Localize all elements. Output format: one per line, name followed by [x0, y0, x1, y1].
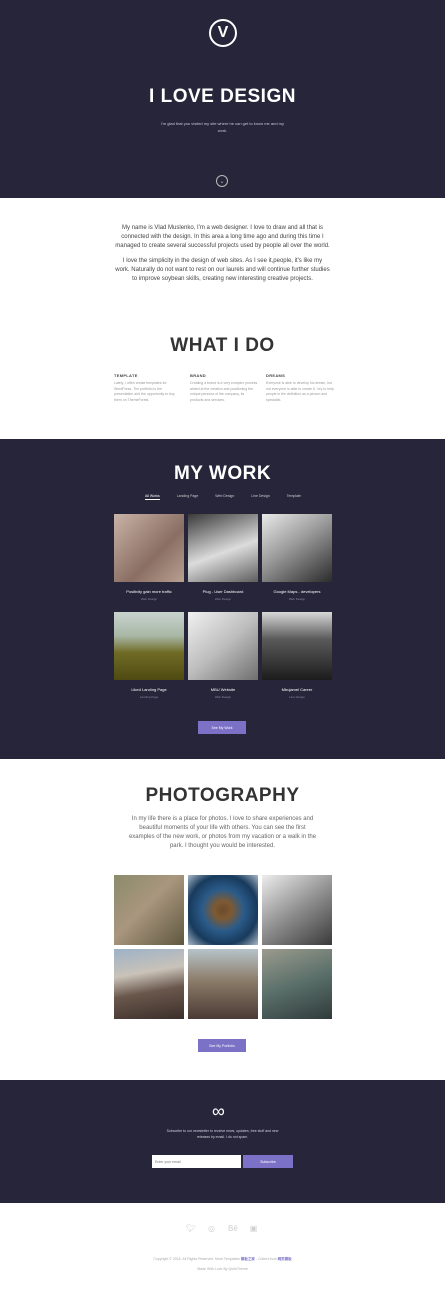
hero-title: I LOVE DESIGN: [149, 86, 296, 107]
work-filters: All Works Landing Page Web Design Line D…: [145, 494, 301, 500]
service-text: Everyone is able to develop his dream, b…: [266, 381, 334, 402]
service-title: DREAMS: [266, 373, 286, 378]
work-image[interactable]: [262, 514, 332, 582]
brand-link-2[interactable]: 网页模板: [278, 1257, 292, 1261]
work-image[interactable]: [188, 612, 258, 680]
filter-line-design[interactable]: Line Design: [251, 494, 269, 500]
logo[interactable]: V: [209, 19, 237, 47]
photo-tile[interactable]: [262, 949, 332, 1019]
work-card[interactable]: Mbujamel Career Line Design: [262, 612, 332, 699]
work-card[interactable]: Positivity gain more traffic Web Design: [114, 514, 184, 601]
work-card-category: Web Design: [288, 597, 306, 601]
work-card[interactable]: Plug - User Dashboard Web Design: [188, 514, 258, 601]
scroll-down-button[interactable]: ⌄: [216, 175, 228, 187]
work-section: MY WORK All Works Landing Page Web Desig…: [0, 439, 445, 759]
service-text: Lately, I often create templates for Wor…: [114, 381, 175, 402]
chevron-down-icon: ⌄: [219, 178, 225, 185]
photo-tile[interactable]: [188, 949, 258, 1019]
work-card[interactable]: Google Maps - developers Web Design: [262, 514, 332, 601]
behance-icon[interactable]: Bē: [228, 1224, 238, 1233]
instagram-icon[interactable]: ▣: [249, 1224, 258, 1233]
work-card-title: Liked Landing Page: [131, 687, 167, 692]
work-image[interactable]: [188, 514, 258, 582]
made-with-love: Made With Love By QuitoTheme: [197, 1267, 248, 1271]
photography-title: PHOTOGRAPHY: [145, 785, 300, 806]
services-list: TEMPLATE Lately, I often create template…: [114, 373, 334, 403]
photography-text: In my life there is a place for photos. …: [128, 816, 317, 849]
work-card-title: MBU Website: [210, 687, 236, 692]
photo-tile[interactable]: [114, 949, 184, 1019]
work-card-title: Mbujamel Career: [281, 687, 313, 692]
work-title: MY WORK: [173, 463, 272, 484]
about-section: My name is Vlad Muslenko, I'm a web desi…: [115, 224, 330, 284]
subscribe-button[interactable]: Subscribe: [243, 1155, 293, 1168]
work-card[interactable]: Liked Landing Page Landing Page: [114, 612, 184, 699]
twitter-icon[interactable]: 🐦︎: [186, 1224, 196, 1233]
work-card-category: Landing Page: [139, 695, 159, 699]
hero-subtitle: I'm glad that you visited my site where …: [160, 121, 285, 133]
newsletter-text: Subscribe to our newsletter to receive n…: [166, 1129, 279, 1139]
work-card-title: Positivity gain more traffic: [126, 589, 172, 594]
copyright: Copyright © 2016. All Rights Reserved. M…: [120, 1257, 325, 1262]
work-card-category: Web Design: [214, 695, 232, 699]
logo-letter: V: [217, 24, 229, 41]
copyright-prefix: Copyright © 2016. All Rights Reserved. M…: [153, 1257, 240, 1261]
filter-web-design[interactable]: Web Design: [215, 494, 234, 500]
brand-link-1[interactable]: 模板之家: [241, 1257, 255, 1261]
photo-tile[interactable]: [114, 875, 184, 945]
services-title: WHAT I DO: [170, 335, 275, 356]
work-card-title: Plug - User Dashboard: [202, 589, 244, 594]
photo-tile[interactable]: [262, 875, 332, 945]
infinity-icon: ∞: [212, 1101, 225, 1121]
about-paragraph-1: My name is Vlad Muslenko, I'm a web desi…: [115, 225, 330, 249]
social-links: 🐦︎ ◎ Bē ▣: [186, 1224, 258, 1233]
service-dreams: DREAMS Everyone is able to develop his d…: [266, 373, 334, 403]
see-my-portfolio-button[interactable]: See My Portfolio: [198, 1039, 246, 1052]
work-card-title: Google Maps - developers: [273, 589, 321, 594]
filter-all-works[interactable]: All Works: [145, 494, 160, 500]
service-brand: BRAND Creating a brand is a very complex…: [190, 373, 258, 403]
see-my-work-button[interactable]: See My Work: [198, 721, 246, 734]
email-input[interactable]: [152, 1155, 241, 1168]
work-card-category: Web Design: [140, 597, 158, 601]
dribbble-icon[interactable]: ◎: [207, 1224, 216, 1233]
about-paragraph-2: I love the simplicity in the design of w…: [115, 258, 330, 282]
filter-landing-page[interactable]: Landing Page: [177, 494, 199, 500]
collect-label: - Collect from: [255, 1257, 277, 1261]
work-card-category: Line Design: [289, 695, 305, 699]
work-image[interactable]: [114, 612, 184, 680]
work-image[interactable]: [114, 514, 184, 582]
service-template: TEMPLATE Lately, I often create template…: [114, 373, 182, 403]
service-title: TEMPLATE: [114, 373, 138, 378]
filter-template[interactable]: Template: [287, 494, 301, 500]
service-title: BRAND: [190, 373, 206, 378]
service-text: Creating a brand is a very complex proce…: [190, 381, 258, 402]
photo-tile[interactable]: [188, 875, 258, 945]
newsletter-section: ∞ Subscribe to our newsletter to receive…: [0, 1080, 445, 1203]
work-card[interactable]: MBU Website Web Design: [188, 612, 258, 699]
work-card-category: Web Design: [214, 597, 232, 601]
work-image[interactable]: [262, 612, 332, 680]
hero-section: V I LOVE DESIGN I'm glad that you visite…: [0, 0, 445, 198]
